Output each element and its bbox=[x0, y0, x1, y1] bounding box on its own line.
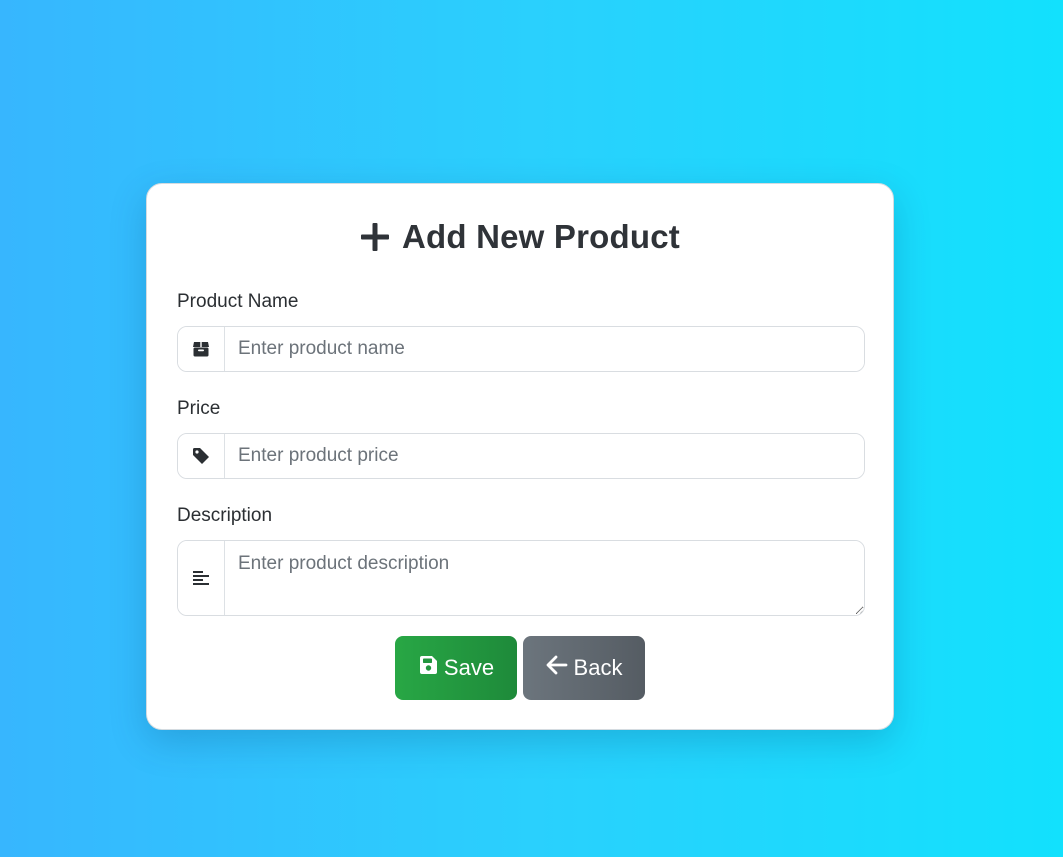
card-header: Add New Product bbox=[177, 217, 863, 257]
product-name-input[interactable] bbox=[225, 327, 864, 371]
description-textarea[interactable] bbox=[225, 541, 864, 615]
back-button[interactable]: Back bbox=[523, 636, 645, 700]
product-name-label: Product Name bbox=[177, 291, 299, 312]
add-product-card: Add New Product Product Name Price bbox=[146, 183, 894, 730]
product-name-field: Product Name bbox=[177, 290, 865, 372]
price-label: Price bbox=[177, 398, 221, 419]
form-actions: Save Back bbox=[147, 636, 893, 700]
description-input-group bbox=[177, 540, 865, 616]
save-icon bbox=[418, 655, 438, 681]
save-button-label: Save bbox=[443, 655, 495, 680]
page-title: Add New Product bbox=[401, 218, 680, 255]
price-input[interactable] bbox=[225, 434, 864, 478]
description-field: Description bbox=[177, 504, 865, 616]
align-left-icon bbox=[178, 541, 225, 615]
arrow-left-icon bbox=[546, 655, 568, 681]
back-button-label: Back bbox=[573, 655, 623, 680]
tag-icon bbox=[178, 434, 225, 478]
price-field: Price bbox=[177, 397, 865, 479]
plus-icon bbox=[360, 222, 390, 252]
price-input-group bbox=[177, 433, 865, 479]
product-name-input-group bbox=[177, 326, 865, 372]
save-button[interactable]: Save bbox=[395, 636, 517, 700]
box-icon bbox=[178, 327, 225, 371]
description-label: Description bbox=[177, 505, 273, 526]
